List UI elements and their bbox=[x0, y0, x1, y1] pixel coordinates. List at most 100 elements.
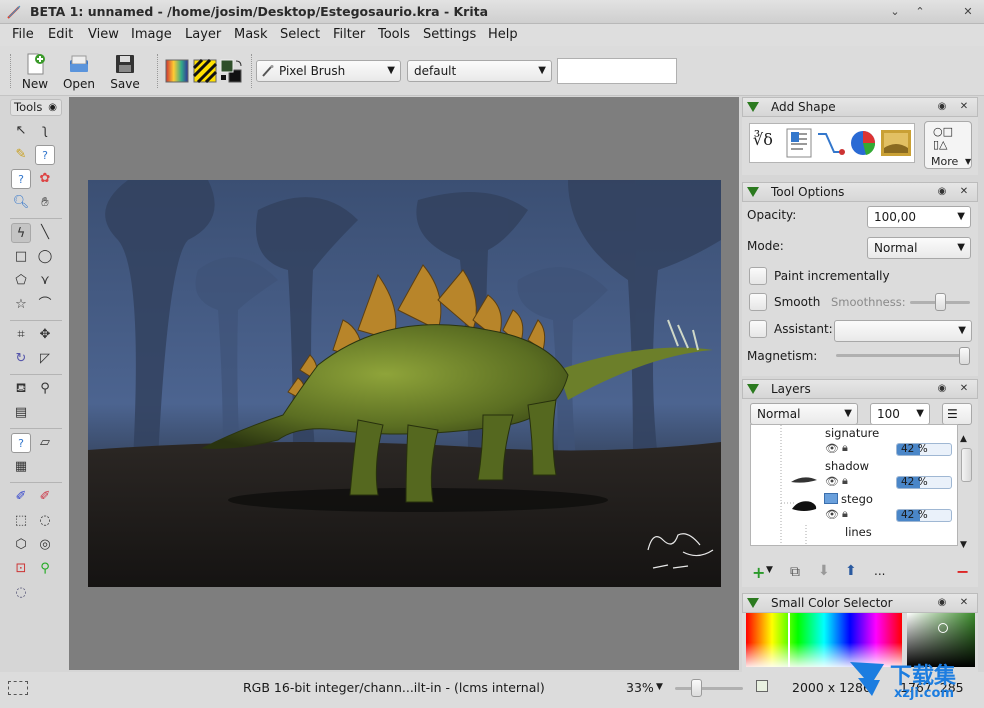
paintop-preset-select[interactable]: default ▼ bbox=[407, 60, 552, 82]
scroll-down-icon[interactable]: ▼ bbox=[960, 540, 967, 550]
lock-icon[interactable]: 🔒︎ bbox=[842, 441, 848, 455]
float-icon[interactable]: ◉ bbox=[936, 597, 948, 609]
path-shape-icon[interactable] bbox=[816, 130, 846, 158]
add-layer-icon[interactable]: + bbox=[752, 563, 765, 582]
pan-hand-tool-icon[interactable]: ✋︎ bbox=[35, 193, 55, 213]
duplicate-layer-icon[interactable]: ⧉ bbox=[790, 564, 800, 580]
float-icon[interactable]: ◉ bbox=[936, 383, 948, 395]
layer-name[interactable]: stego bbox=[841, 492, 873, 506]
scroll-up-icon[interactable]: ▲ bbox=[960, 434, 967, 444]
hue-cursor[interactable] bbox=[788, 613, 790, 667]
layer-list[interactable]: signature 👁︎ 🔒︎ 42 % shadow 👁︎ 🔒︎ 42 % s… bbox=[750, 424, 958, 546]
scrollbar-thumb[interactable] bbox=[961, 448, 972, 482]
layer-more-options-button[interactable]: ... bbox=[874, 564, 885, 578]
perspective-grid-tool-icon[interactable]: ▱ bbox=[35, 433, 55, 453]
polygon-select-tool-icon[interactable]: ⬡ bbox=[11, 535, 31, 555]
preset-search-input[interactable] bbox=[557, 58, 677, 84]
formula-shape-icon[interactable]: ∛δ bbox=[753, 130, 773, 149]
menu-file[interactable]: File bbox=[12, 27, 34, 42]
more-shapes-button[interactable]: ○□ ▯△ More ▼ bbox=[924, 121, 972, 169]
collapse-triangle-icon[interactable] bbox=[747, 384, 759, 394]
contiguous-select-tool-icon[interactable]: ⊡ bbox=[11, 559, 31, 579]
layer-opacity-bar[interactable]: 42 % bbox=[896, 476, 952, 489]
mode-select[interactable]: Normal ▼ bbox=[867, 237, 971, 259]
move-tool-icon[interactable]: ✥ bbox=[35, 325, 55, 345]
picture-shape-icon[interactable] bbox=[881, 130, 911, 156]
crop-tool-icon[interactable]: ⌗ bbox=[11, 325, 31, 345]
collapse-triangle-icon[interactable] bbox=[747, 102, 759, 112]
grid-tool-icon[interactable]: ▦ bbox=[11, 457, 31, 477]
gradient-tool-icon[interactable]: ▤ bbox=[11, 403, 31, 423]
menu-edit[interactable]: Edit bbox=[48, 27, 73, 42]
tool-options-header[interactable]: Tool Options ◉ ✕ bbox=[742, 182, 978, 202]
float-icon[interactable]: ◉ bbox=[936, 186, 948, 198]
color-selector-header[interactable]: Small Color Selector ◉ ✕ bbox=[742, 593, 978, 613]
close-icon[interactable]: ✕ bbox=[958, 186, 970, 198]
visibility-eye-icon[interactable]: 👁︎ bbox=[825, 508, 839, 521]
add-shape-header[interactable]: Add Shape ◉ ✕ bbox=[742, 97, 978, 117]
magnetism-slider-handle[interactable] bbox=[959, 347, 970, 365]
fit-page-icon[interactable] bbox=[756, 680, 768, 692]
layer-name[interactable]: signature bbox=[825, 426, 879, 440]
lock-icon[interactable]: 🔒︎ bbox=[842, 507, 848, 521]
move-layer-up-icon[interactable]: ⬆ bbox=[845, 563, 857, 579]
menu-tools[interactable]: Tools bbox=[378, 27, 410, 42]
select-eraser-tool-icon[interactable]: ✐ bbox=[35, 487, 55, 507]
transform-tool-icon[interactable]: ↻ bbox=[11, 349, 31, 369]
chart-shape-icon[interactable] bbox=[848, 128, 878, 158]
canvas-area[interactable] bbox=[69, 97, 739, 670]
polyline-tool-icon[interactable]: ⋎ bbox=[35, 271, 55, 291]
menu-image[interactable]: Image bbox=[131, 27, 172, 42]
menu-select[interactable]: Select bbox=[280, 27, 320, 42]
rect-select-tool-icon[interactable]: ⬚ bbox=[11, 511, 31, 531]
menu-settings[interactable]: Settings bbox=[423, 27, 476, 42]
color-picker-wheel-icon[interactable]: ✿ bbox=[35, 169, 55, 189]
smooth-checkbox[interactable] bbox=[749, 293, 767, 311]
zoom-select[interactable]: 33% bbox=[626, 680, 654, 695]
text-shape-icon[interactable] bbox=[786, 128, 812, 158]
layer-list-scrollbar[interactable]: ▲ ▼ bbox=[960, 434, 972, 556]
ellipse-tool-icon[interactable]: ◯ bbox=[35, 247, 55, 267]
layer-view-mode-button[interactable]: ☰ bbox=[942, 403, 972, 425]
new-button[interactable]: New bbox=[13, 52, 57, 94]
close-icon[interactable]: ✕ bbox=[958, 101, 970, 113]
ellipse-select-tool-icon[interactable]: ◌ bbox=[35, 511, 55, 531]
eyedropper-tool-icon[interactable]: ⚲ bbox=[35, 379, 55, 399]
layer-blend-mode-select[interactable]: Normal ▼ bbox=[750, 403, 858, 425]
paint-incrementally-checkbox[interactable] bbox=[749, 267, 767, 285]
dinosaur-painting[interactable] bbox=[88, 180, 721, 587]
layer-opacity-bar[interactable]: 42 % bbox=[896, 509, 952, 522]
rectangle-tool-icon[interactable]: □ bbox=[11, 247, 31, 267]
visibility-eye-icon[interactable]: 👁︎ bbox=[825, 442, 839, 455]
polygon-tool-icon[interactable]: ⬠ bbox=[11, 271, 31, 291]
zoom-slider-handle[interactable] bbox=[691, 679, 702, 697]
select-brush-tool-icon[interactable]: ✐ bbox=[11, 487, 31, 507]
star-tool-icon[interactable]: ☆ bbox=[11, 295, 31, 315]
outline-select-tool-icon[interactable]: ◎ bbox=[35, 535, 55, 555]
help-tool-icon[interactable]: ? bbox=[35, 145, 55, 165]
line-tool-icon[interactable]: ╲ bbox=[35, 223, 55, 243]
chevron-down-icon[interactable]: ▼ bbox=[656, 682, 663, 692]
move-layer-down-icon[interactable]: ⬇ bbox=[818, 563, 830, 579]
measure-tool-icon[interactable]: ◸ bbox=[35, 349, 55, 369]
help-tool-2-icon[interactable]: ? bbox=[11, 433, 31, 453]
visibility-eye-icon[interactable]: 👁︎ bbox=[825, 475, 839, 488]
select-shape-tool-icon[interactable]: ↖ bbox=[11, 121, 31, 141]
close-icon[interactable]: ✕ bbox=[958, 383, 970, 395]
collapse-triangle-icon[interactable] bbox=[747, 187, 759, 197]
minimize-button[interactable]: ⌄ bbox=[887, 4, 903, 20]
magnetism-slider-track[interactable] bbox=[836, 354, 970, 357]
float-icon[interactable]: ◉ bbox=[936, 101, 948, 113]
layer-opacity-spinbox[interactable]: 100 ▼ bbox=[870, 403, 930, 425]
collapse-triangle-icon[interactable] bbox=[747, 598, 759, 608]
close-icon[interactable]: ✕ bbox=[958, 597, 970, 609]
menu-view[interactable]: View bbox=[88, 27, 119, 42]
gradient-swatch-icon[interactable] bbox=[165, 59, 189, 83]
menu-mask[interactable]: Mask bbox=[234, 27, 267, 42]
menu-layer[interactable]: Layer bbox=[185, 27, 221, 42]
calligraphy-tool-icon[interactable]: ʅ bbox=[35, 121, 55, 141]
layer-name[interactable]: lines bbox=[845, 525, 872, 539]
smoothness-slider-handle[interactable] bbox=[935, 293, 946, 311]
add-layer-menu-chevron-icon[interactable]: ▼ bbox=[766, 565, 773, 575]
fill-bucket-tool-icon[interactable]: ⛾ bbox=[11, 379, 31, 399]
